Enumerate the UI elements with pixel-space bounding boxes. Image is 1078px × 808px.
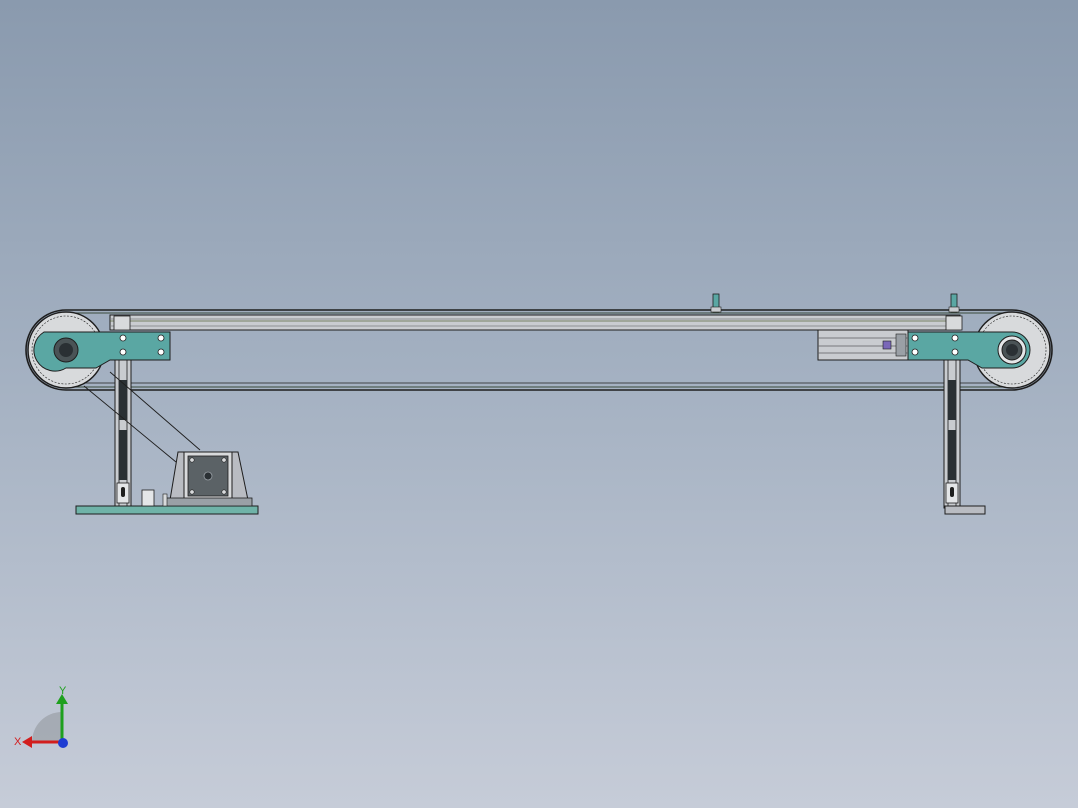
x-axis-arrowhead [22,736,32,748]
photo-sensor[interactable] [710,293,722,313]
right-support-leg[interactable] [943,359,961,509]
triad-plane-shade [32,712,62,742]
z-axis-dot [58,738,68,748]
x-axis-label: X [14,736,22,748]
photo-sensor[interactable] [948,293,960,313]
cad-graphics-viewport[interactable]: Y X [0,0,1078,808]
drive-chain [83,371,201,463]
junction-box[interactable] [141,489,155,507]
right-base-plate[interactable] [944,505,986,515]
drive-motor[interactable] [165,451,253,507]
left-base-plate[interactable] [75,505,259,515]
conveyor-beam[interactable] [109,314,961,331]
y-axis-label: Y [59,685,67,697]
view-orientation-triad[interactable]: Y X [10,684,80,754]
belt-tensioner[interactable] [817,329,909,361]
conveyor-model[interactable] [0,0,1078,808]
left-support-leg[interactable] [114,359,132,509]
